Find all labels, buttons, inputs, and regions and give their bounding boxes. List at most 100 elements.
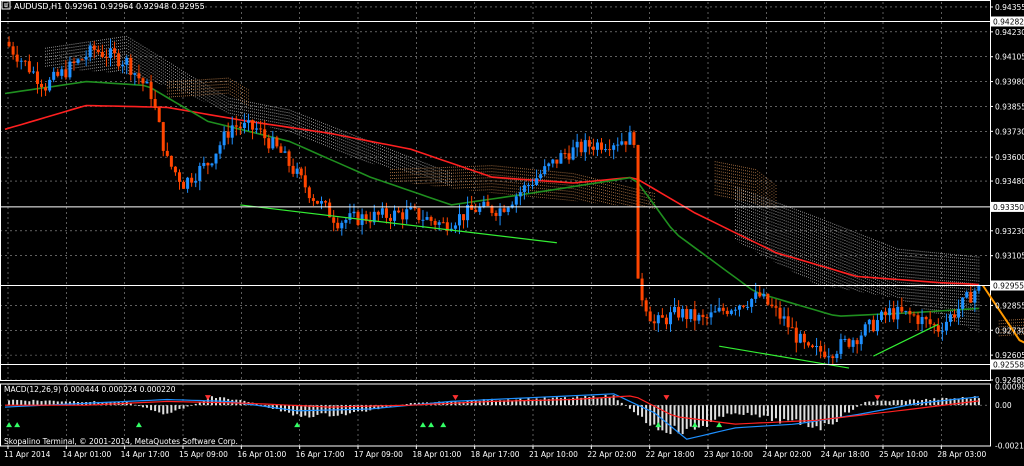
candle-body[interactable] (161, 122, 165, 151)
candle-body[interactable] (640, 278, 644, 301)
candle-body[interactable] (587, 140, 591, 147)
candle-body[interactable] (186, 177, 190, 189)
candle-body[interactable] (591, 146, 595, 150)
candle-body[interactable] (953, 314, 957, 318)
candle-body[interactable] (879, 311, 883, 321)
candle-body[interactable] (92, 45, 96, 50)
candle-body[interactable] (778, 307, 782, 319)
candle-body[interactable] (401, 212, 405, 220)
candle-body[interactable] (681, 308, 685, 318)
candle-body[interactable] (425, 217, 429, 220)
candle-body[interactable] (275, 137, 279, 147)
candle-body[interactable] (7, 41, 11, 47)
candle-body[interactable] (177, 172, 181, 182)
candle-body[interactable] (758, 292, 762, 297)
candle-body[interactable] (169, 155, 173, 167)
candle-body[interactable] (68, 61, 72, 78)
chart-canvas[interactable]: 0.94355 0.94230 0.94105 0.93980 0.93855 0.937… (0, 0, 1024, 462)
candle-body[interactable] (336, 222, 340, 229)
candle-body[interactable] (644, 300, 648, 312)
candle-body[interactable] (563, 153, 567, 155)
candle-body[interactable] (522, 185, 526, 193)
candle-body[interactable] (198, 165, 202, 181)
candle-body[interactable] (453, 225, 457, 229)
candle-body[interactable] (689, 309, 693, 319)
candle-body[interactable] (259, 128, 263, 130)
candle-body[interactable] (912, 314, 916, 316)
candle-body[interactable] (194, 180, 198, 183)
candle-body[interactable] (920, 316, 924, 325)
candle-body[interactable] (222, 131, 226, 146)
candle-body[interactable] (701, 314, 705, 318)
candle-body[interactable] (835, 353, 839, 359)
candle-body[interactable] (48, 79, 52, 91)
candle-body[interactable] (129, 57, 133, 75)
candle-body[interactable] (875, 320, 879, 332)
candle-body[interactable] (104, 56, 108, 58)
candle-body[interactable] (64, 69, 68, 78)
candle-body[interactable] (673, 306, 677, 313)
candle-body[interactable] (482, 201, 486, 207)
candle-body[interactable] (421, 219, 425, 221)
candle-body[interactable] (514, 196, 518, 205)
candle-body[interactable] (616, 144, 620, 146)
candle-body[interactable] (754, 292, 758, 299)
candle-body[interactable] (246, 120, 250, 123)
candle-body[interactable] (315, 200, 319, 204)
chart-window[interactable]: 0.94355 0.94230 0.94105 0.93980 0.93855 0.937… (0, 0, 1024, 462)
candle-body[interactable] (798, 333, 802, 343)
candle-body[interactable] (137, 73, 141, 79)
candle-body[interactable] (543, 166, 547, 175)
candle-body[interactable] (948, 314, 952, 322)
candle-body[interactable] (52, 71, 56, 80)
candle-body[interactable] (88, 45, 92, 58)
candle-body[interactable] (214, 153, 218, 164)
candle-body[interactable] (685, 308, 689, 319)
candle-body[interactable] (307, 187, 311, 199)
candle-body[interactable] (303, 175, 307, 188)
candle-body[interactable] (291, 165, 295, 174)
candle-body[interactable] (940, 330, 944, 332)
candle-body[interactable] (823, 351, 827, 358)
candle-body[interactable] (746, 306, 750, 308)
candle-body[interactable] (965, 292, 969, 298)
candle-body[interactable] (202, 163, 206, 166)
candle-body[interactable] (348, 213, 352, 220)
candle-body[interactable] (961, 297, 965, 309)
candle-body[interactable] (393, 210, 397, 221)
candle-body[interactable] (311, 198, 315, 201)
candle-body[interactable] (117, 53, 121, 67)
candle-body[interactable] (936, 325, 940, 332)
candle-body[interactable] (729, 310, 733, 314)
candle-body[interactable] (255, 128, 259, 130)
candle-body[interactable] (56, 71, 60, 76)
candle-body[interactable] (27, 61, 31, 73)
candle-body[interactable] (600, 142, 604, 150)
candle-body[interactable] (19, 60, 23, 62)
candle-body[interactable] (916, 315, 920, 325)
candle-body[interactable] (23, 60, 27, 62)
candle-body[interactable] (827, 356, 831, 358)
candle-body[interactable] (80, 59, 84, 61)
candle-body[interactable] (531, 184, 535, 186)
candle-body[interactable] (766, 293, 770, 305)
candle-body[interactable] (100, 52, 104, 57)
candle-body[interactable] (153, 99, 157, 108)
candle-body[interactable] (632, 132, 636, 145)
candle-body[interactable] (234, 125, 238, 127)
candle-body[interactable] (802, 333, 806, 343)
candle-body[interactable] (125, 57, 129, 65)
candle-body[interactable] (518, 192, 522, 197)
candle-body[interactable] (267, 138, 271, 149)
candle-body[interactable] (717, 307, 721, 312)
candle-body[interactable] (474, 209, 478, 212)
candle-body[interactable] (145, 81, 149, 84)
candle-body[interactable] (121, 64, 125, 67)
candle-body[interactable] (839, 339, 843, 354)
candle-body[interactable] (388, 217, 392, 221)
candle-body[interactable] (928, 319, 932, 325)
candle-body[interactable] (815, 345, 819, 348)
candle-body[interactable] (944, 321, 948, 331)
candle-body[interactable] (742, 305, 746, 307)
candle-body[interactable] (957, 308, 961, 318)
